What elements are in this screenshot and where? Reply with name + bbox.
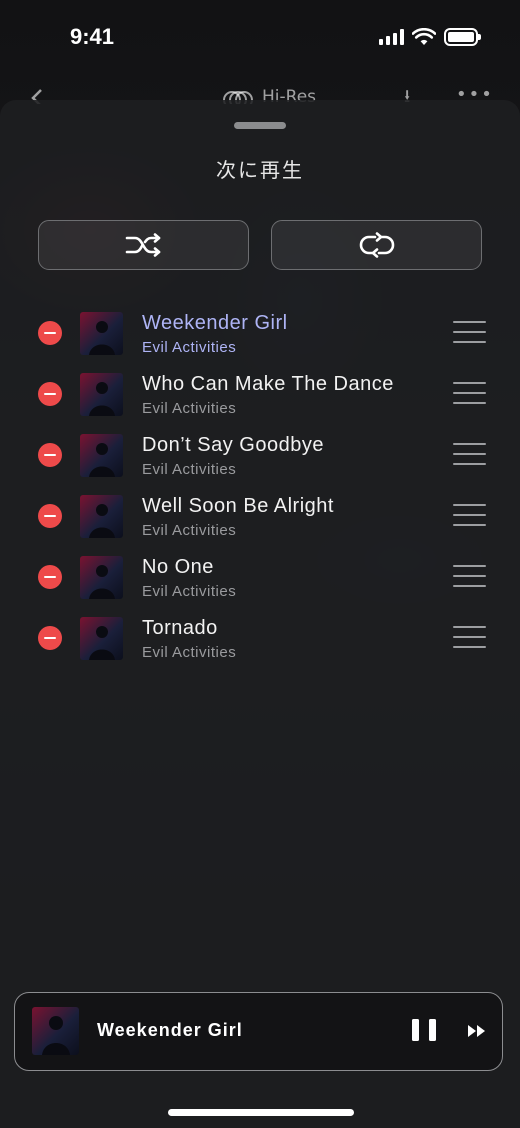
remove-track-button[interactable] [38, 382, 62, 406]
repeat-icon [359, 232, 394, 258]
track-artwork [80, 495, 123, 538]
reorder-handle-icon[interactable] [453, 443, 486, 465]
queue-item[interactable]: No One Evil Activities [0, 549, 520, 610]
track-title: Weekender Girl [142, 312, 288, 334]
cellular-signal-icon [379, 29, 404, 45]
reorder-handle-icon[interactable] [453, 504, 486, 526]
remove-track-button[interactable] [38, 443, 62, 467]
track-artwork [80, 556, 123, 599]
sheet-grabber[interactable] [234, 122, 286, 129]
track-artist: Evil Activities [142, 339, 237, 356]
queue-item[interactable]: Don’t Say Goodbye Evil Activities [0, 427, 520, 488]
track-artist: Evil Activities [142, 400, 237, 417]
track-artist: Evil Activities [142, 583, 237, 600]
reorder-handle-icon[interactable] [453, 321, 486, 343]
queue-item[interactable]: Who Can Make The Dance Evil Activities [0, 366, 520, 427]
shuffle-icon [125, 233, 160, 257]
pause-icon-bar [412, 1019, 419, 1041]
pause-button[interactable] [412, 1019, 436, 1043]
track-artwork [80, 617, 123, 660]
reorder-handle-icon[interactable] [453, 382, 486, 404]
track-title: Tornado [142, 617, 218, 639]
mini-player-artwork [32, 1007, 79, 1055]
track-title: No One [142, 556, 214, 578]
next-track-button[interactable] [467, 1023, 487, 1039]
queue-item[interactable]: Well Soon Be Alright Evil Activities [0, 488, 520, 549]
status-bar: 9:41 [0, 0, 520, 80]
shuffle-button[interactable] [38, 220, 249, 270]
track-artist: Evil Activities [142, 522, 237, 539]
reorder-handle-icon[interactable] [453, 565, 486, 587]
home-indicator[interactable] [168, 1109, 354, 1116]
wifi-icon [412, 28, 436, 45]
repeat-button[interactable] [271, 220, 482, 270]
track-artwork [80, 434, 123, 477]
status-time: 9:41 [70, 24, 115, 49]
queue-sheet: 次に再生 Weekender Girl Evil Activities Who Ca… [0, 100, 520, 1128]
pause-icon-bar [429, 1019, 436, 1041]
remove-track-button[interactable] [38, 321, 62, 345]
reorder-handle-icon[interactable] [453, 626, 486, 648]
mini-player[interactable]: Weekender Girl [14, 992, 503, 1071]
status-icons [379, 28, 481, 46]
remove-track-button[interactable] [38, 565, 62, 589]
remove-track-button[interactable] [38, 504, 62, 528]
mini-player-title: Weekender Girl [97, 1020, 243, 1040]
track-title: Well Soon Be Alright [142, 495, 334, 517]
sheet-title: 次に再生 [216, 158, 304, 182]
track-artist: Evil Activities [142, 461, 237, 478]
track-title: Who Can Make The Dance [142, 373, 394, 395]
queue-item[interactable]: Tornado Evil Activities [0, 610, 520, 671]
queue-item[interactable]: Weekender Girl Evil Activities [0, 305, 520, 366]
remove-track-button[interactable] [38, 626, 62, 650]
track-title: Don’t Say Goodbye [142, 434, 324, 456]
track-artwork [80, 373, 123, 416]
track-artist: Evil Activities [142, 644, 237, 661]
track-artwork [80, 312, 123, 355]
battery-icon [444, 28, 481, 46]
